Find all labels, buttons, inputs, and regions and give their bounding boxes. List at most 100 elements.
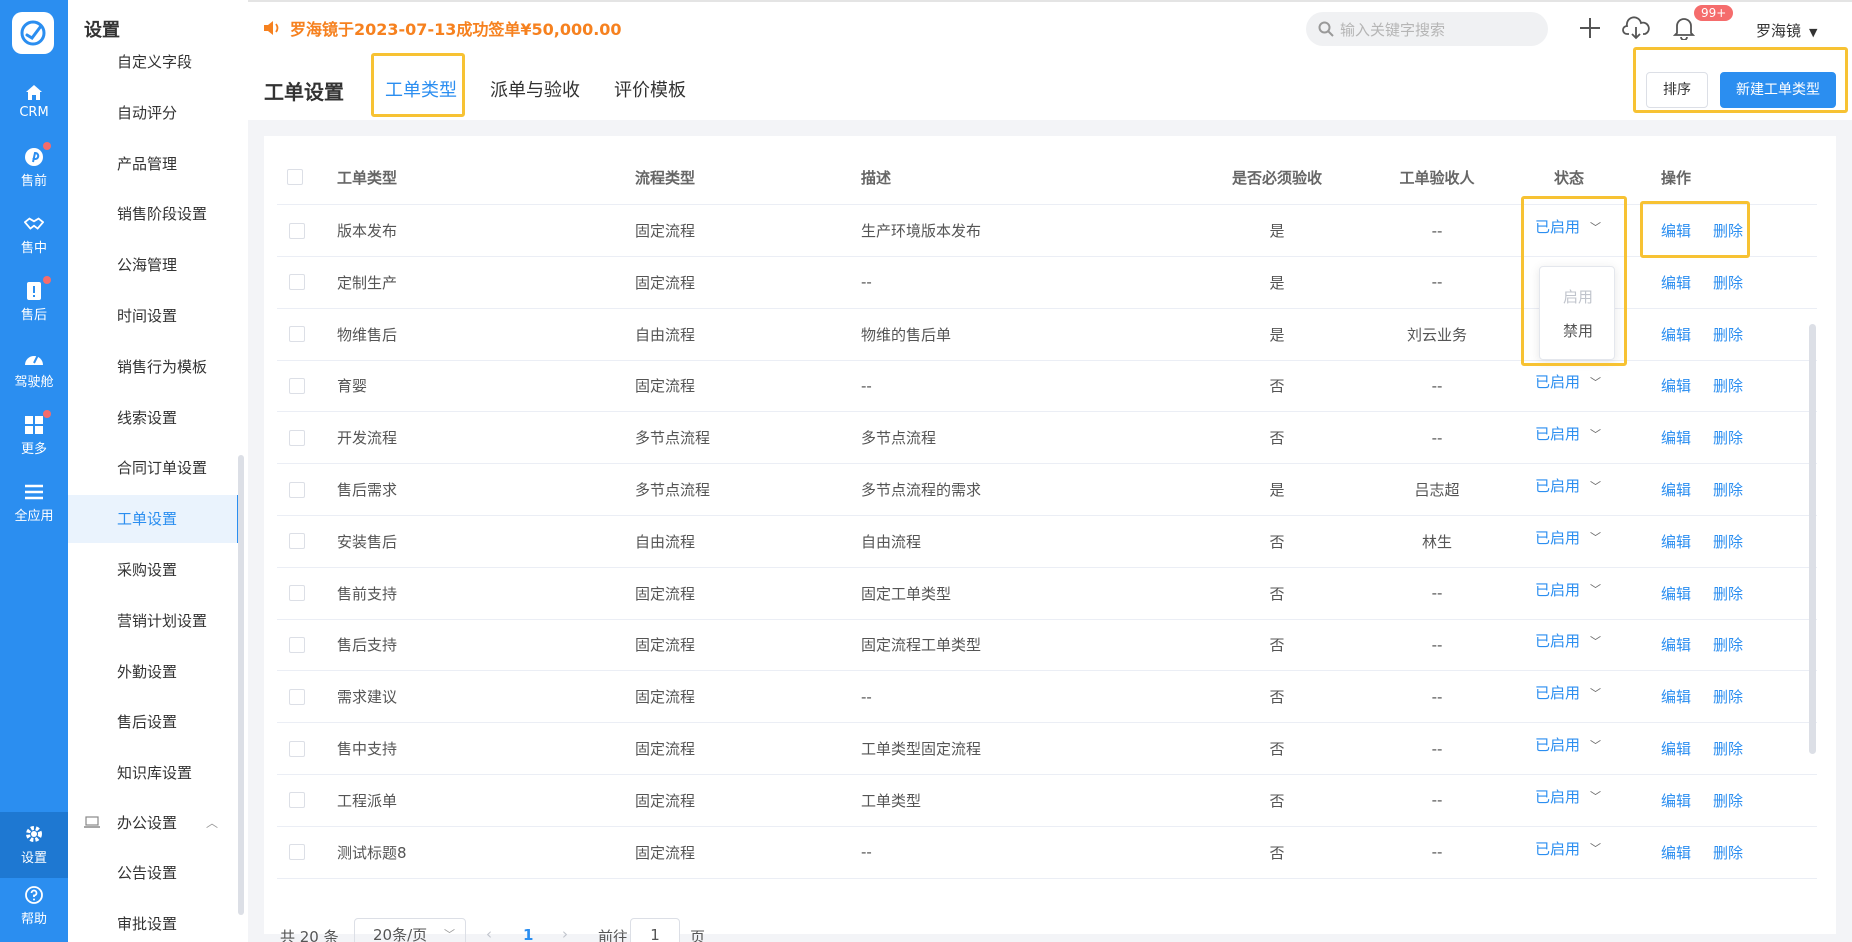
delete-link[interactable]: 删除 <box>1713 827 1743 878</box>
status-select[interactable]: 已启用 ﹀ <box>1535 615 1615 666</box>
app-logo[interactable] <box>12 12 54 54</box>
delete-link[interactable]: 删除 <box>1713 205 1743 256</box>
edit-link[interactable]: 编辑 <box>1661 257 1691 308</box>
row-checkbox[interactable] <box>289 429 305 446</box>
edit-link[interactable]: 编辑 <box>1661 619 1691 670</box>
tab-evaluation-template[interactable]: 评价模板 <box>614 76 686 102</box>
add-icon[interactable] <box>1576 14 1604 42</box>
delete-link[interactable]: 删除 <box>1713 412 1743 463</box>
status-select[interactable]: 已启用 ﹀ <box>1535 408 1615 459</box>
edit-link[interactable]: 编辑 <box>1661 205 1691 256</box>
edit-link[interactable]: 编辑 <box>1661 516 1691 567</box>
edit-link[interactable]: 编辑 <box>1661 464 1691 515</box>
sort-button[interactable]: 排序 <box>1646 72 1708 108</box>
row-checkbox[interactable] <box>289 636 305 653</box>
menu-item-8[interactable]: 合同订单设置 <box>68 444 240 492</box>
menu-item-14[interactable]: 知识库设置 <box>68 749 240 797</box>
menu-item-1[interactable]: 自动评分 <box>68 89 240 137</box>
status-select[interactable]: 已启用 ﹀ <box>1535 667 1615 718</box>
bell-icon[interactable] <box>1670 14 1698 42</box>
row-checkbox[interactable] <box>289 274 305 291</box>
rail-item-1[interactable]: 售前 <box>0 138 68 198</box>
delete-link[interactable]: 删除 <box>1713 516 1743 567</box>
rail-item-2[interactable]: 售中 <box>0 205 68 265</box>
rail-item-0[interactable]: CRM <box>0 71 68 131</box>
status-select[interactable]: 已启用 ﹀ <box>1535 719 1615 770</box>
prev-page-icon[interactable]: ‹ <box>486 925 492 942</box>
menu-item-3[interactable]: 销售阶段设置 <box>68 190 240 238</box>
rail-item-5[interactable]: 更多 <box>0 406 68 466</box>
rail-item-6[interactable]: 全应用 <box>0 473 68 533</box>
table-scrollbar[interactable] <box>1809 324 1816 754</box>
menu-item-0[interactable]: 自定义字段 <box>68 38 240 86</box>
menu-item-6[interactable]: 销售行为模板 <box>68 343 240 391</box>
edit-link[interactable]: 编辑 <box>1661 412 1691 463</box>
edit-link[interactable]: 编辑 <box>1661 723 1691 774</box>
menu-item-12[interactable]: 外勤设置 <box>68 648 240 696</box>
status-select[interactable]: 已启用 ﹀ <box>1535 512 1615 563</box>
dropdown-option-disable[interactable]: 禁用 <box>1540 313 1616 349</box>
delete-link[interactable]: 删除 <box>1713 257 1743 308</box>
notice-banner[interactable]: 罗海镜于2023-07-13成功签单¥50,000.00 <box>262 16 622 40</box>
edit-link[interactable]: 编辑 <box>1661 775 1691 826</box>
new-ticket-type-button[interactable]: 新建工单类型 <box>1720 72 1836 108</box>
edit-link[interactable]: 编辑 <box>1661 671 1691 722</box>
row-checkbox[interactable] <box>289 222 305 239</box>
delete-link[interactable]: 删除 <box>1713 723 1743 774</box>
menu-item-5[interactable]: 时间设置 <box>68 292 240 340</box>
edit-link[interactable]: 编辑 <box>1661 309 1691 360</box>
menu-item-13[interactable]: 售后设置 <box>68 698 240 746</box>
row-checkbox[interactable] <box>289 688 305 705</box>
menu-item-4[interactable]: 公海管理 <box>68 241 240 289</box>
edit-link[interactable]: 编辑 <box>1661 568 1691 619</box>
row-checkbox[interactable] <box>289 585 305 602</box>
user-menu[interactable]: 罗海镜 ▼ <box>1756 20 1817 41</box>
rail-item-8[interactable]: 帮助 <box>0 876 68 936</box>
tab-dispatch-acceptance[interactable]: 派单与验收 <box>490 76 580 102</box>
edit-link[interactable]: 编辑 <box>1661 827 1691 878</box>
status-select[interactable]: 已启用 ﹀ <box>1535 771 1615 822</box>
rail-item-4[interactable]: 驾驶舱 <box>0 339 68 399</box>
delete-link[interactable]: 删除 <box>1713 464 1743 515</box>
delete-link[interactable]: 删除 <box>1713 775 1743 826</box>
row-checkbox[interactable] <box>289 326 305 343</box>
rail-item-7[interactable]: 设置 <box>0 812 68 878</box>
menu-item-10[interactable]: 采购设置 <box>68 546 240 594</box>
column-header: 工单类型 <box>337 168 398 187</box>
status-select[interactable]: 已启用 ﹀ <box>1535 564 1615 615</box>
cloud-download-icon[interactable] <box>1622 14 1650 42</box>
status-select[interactable]: 已启用 ﹀ <box>1535 201 1615 252</box>
menu-item-announcement[interactable]: 公告设置 <box>68 849 240 897</box>
delete-link[interactable]: 删除 <box>1713 568 1743 619</box>
status-select[interactable]: 已启用 ﹀ <box>1535 460 1615 511</box>
row-checkbox[interactable] <box>289 740 305 757</box>
menu-item-2[interactable]: 产品管理 <box>68 140 240 188</box>
page-number-current[interactable]: 1 <box>523 926 533 942</box>
edit-link[interactable]: 编辑 <box>1661 360 1691 411</box>
delete-link[interactable]: 删除 <box>1713 309 1743 360</box>
menu-scrollbar[interactable] <box>238 455 244 915</box>
delete-link[interactable]: 删除 <box>1713 671 1743 722</box>
status-select[interactable]: 已启用 ﹀ <box>1535 356 1615 407</box>
chevron-up-icon[interactable]: ︿ <box>206 799 218 847</box>
select-all-checkbox[interactable] <box>287 169 303 185</box>
menu-item-approval[interactable]: 审批设置 <box>68 900 240 942</box>
goto-page-input[interactable] <box>630 918 680 942</box>
delete-link[interactable]: 删除 <box>1713 360 1743 411</box>
row-checkbox[interactable] <box>289 533 305 550</box>
menu-item-7[interactable]: 线索设置 <box>68 394 240 442</box>
row-checkbox[interactable] <box>289 377 305 394</box>
row-checkbox[interactable] <box>289 792 305 809</box>
row-checkbox[interactable] <box>289 481 305 498</box>
search-input[interactable]: 输入关键字搜索 <box>1306 12 1548 46</box>
page-size-select[interactable]: 20条/页 ﹀ <box>354 918 466 942</box>
rail-item-3[interactable]: 售后 <box>0 272 68 332</box>
delete-link[interactable]: 删除 <box>1713 619 1743 670</box>
menu-group-office[interactable]: 办公设置 ︿ <box>68 799 240 847</box>
tab-ticket-type[interactable]: 工单类型 <box>385 76 457 102</box>
row-checkbox[interactable] <box>289 844 305 861</box>
menu-item-9[interactable]: 工单设置 <box>68 495 240 544</box>
menu-item-11[interactable]: 营销计划设置 <box>68 597 240 645</box>
status-select[interactable]: 已启用 ﹀ <box>1535 823 1615 874</box>
next-page-icon[interactable]: › <box>562 925 568 942</box>
